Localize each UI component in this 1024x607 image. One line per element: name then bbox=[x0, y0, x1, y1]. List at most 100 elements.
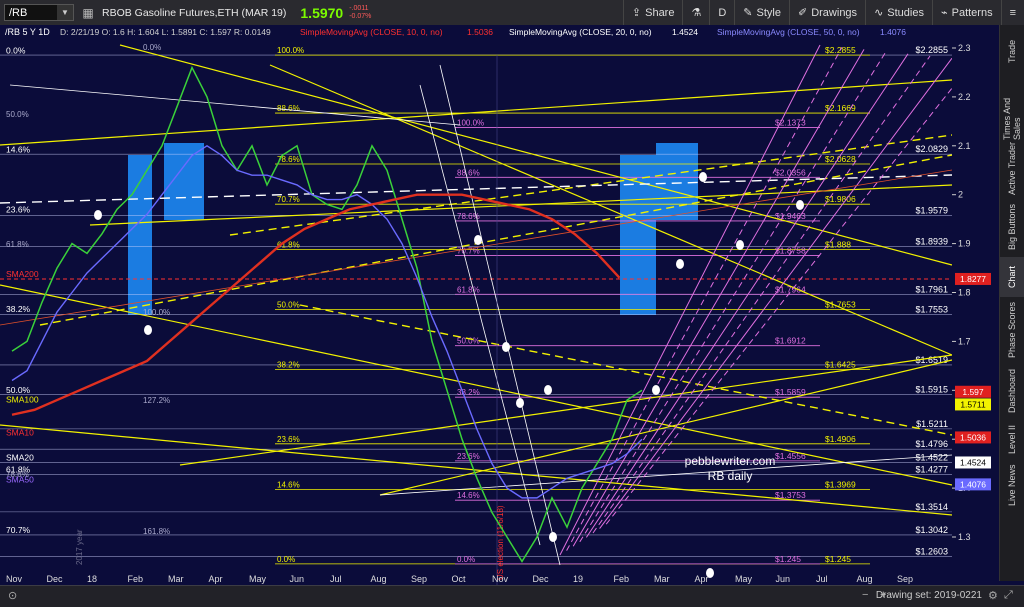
x-axis-label-4: Mar bbox=[168, 574, 184, 584]
extra-1272-label: 127.2% bbox=[143, 396, 170, 405]
price-tag-label-5: 1.4076 bbox=[960, 479, 986, 489]
patterns-button[interactable]: ⌁ Patterns bbox=[931, 0, 1001, 25]
left-label-0: 0.0% bbox=[6, 45, 26, 55]
x-axis-label-10: Sep bbox=[411, 574, 427, 584]
yellow-fib-pct-0: 100.0% bbox=[277, 46, 304, 55]
x-axis-label-20: Jul bbox=[816, 574, 828, 584]
patterns-label: Patterns bbox=[951, 6, 993, 19]
right-tab-dashboard[interactable]: Dashboard bbox=[1000, 363, 1024, 419]
extra-786-label: 78.6% bbox=[6, 470, 29, 479]
x-axis-label-13: Dec bbox=[533, 574, 550, 584]
y-axis-label-5: 1.8 bbox=[958, 288, 971, 298]
extra-1000-label: 100.0% bbox=[143, 308, 170, 317]
grid-icon[interactable]: ▦ bbox=[80, 5, 96, 21]
extra-618-label: 61.8% bbox=[6, 240, 29, 249]
left-label-6: SMA100 bbox=[6, 394, 39, 404]
period-button[interactable]: D bbox=[709, 0, 734, 25]
white-marker-5 bbox=[796, 200, 804, 210]
drawings-button[interactable]: ✐ Drawings bbox=[788, 0, 865, 25]
watermark-rb: RB daily bbox=[708, 469, 753, 483]
sma10-legend-value: 1.5036 bbox=[467, 27, 493, 37]
magnet-icon[interactable]: ⊙ bbox=[8, 589, 17, 602]
change-abs: -.0011 bbox=[349, 4, 369, 12]
x-axis-label-16: Mar bbox=[654, 574, 670, 584]
symbol-input[interactable]: /RB ▼ bbox=[4, 4, 74, 21]
right-tab-live-news[interactable]: Live News bbox=[1000, 459, 1024, 511]
yellow-fib-value-6: $1.6425 bbox=[825, 360, 856, 370]
style-label: Style bbox=[756, 6, 781, 19]
x-axis-label-21: Aug bbox=[857, 574, 873, 584]
right-tab-active-trader[interactable]: Active Trader bbox=[1000, 141, 1024, 196]
y-axis-label-0: 2.3 bbox=[958, 43, 971, 53]
studies-icon: ∿ bbox=[874, 7, 884, 19]
price-tag-label-4: 1.4524 bbox=[960, 457, 986, 467]
sma20-legend: SimpleMovingAvg (CLOSE, 20, 0, no) bbox=[509, 27, 652, 37]
chart-toolbar: /RB ▼ ▦ RBOB Gasoline Futures,ETH (MAR 1… bbox=[0, 0, 1024, 26]
magenta-fib-pct-6: 38.2% bbox=[457, 388, 480, 397]
price-tag-label-1: 1.597 bbox=[962, 387, 984, 397]
settings-icon[interactable]: ⚙ bbox=[988, 589, 998, 602]
menu-button[interactable]: ≡ bbox=[1000, 0, 1024, 25]
white-fib-value-8: $1.5211 bbox=[916, 419, 948, 429]
magenta-fib-value-7: $1.4556 bbox=[775, 451, 806, 461]
expand-icon[interactable]: ⤢ bbox=[1004, 589, 1013, 602]
right-tab-level-ii[interactable]: Level II bbox=[1000, 419, 1024, 459]
instrument-title: RBOB Gasoline Futures,ETH (MAR 19) bbox=[102, 6, 287, 19]
right-tab-chart[interactable]: Chart bbox=[1000, 257, 1024, 297]
x-axis-label-19: Jun bbox=[776, 574, 791, 584]
white-marker-10 bbox=[544, 385, 552, 395]
white-fib-value-1: $2.0829 bbox=[915, 144, 948, 154]
zoom-out-icon[interactable]: − bbox=[862, 589, 868, 601]
flask-button[interactable]: ⚗ bbox=[682, 0, 709, 25]
x-axis-label-5: Apr bbox=[209, 574, 223, 584]
price-chart[interactable]: /RB 5 Y 1D D: 2/21/19 O: 1.6 H: 1.604 L: … bbox=[0, 25, 1000, 585]
share-icon: ⇪ bbox=[631, 7, 642, 19]
share-button[interactable]: ⇪ Share bbox=[622, 0, 683, 25]
y-axis-label-1: 2.2 bbox=[958, 92, 971, 102]
symbol-text: /RB bbox=[9, 6, 28, 19]
left-label-7: SMA10 bbox=[6, 427, 34, 437]
x-axis-label-7: Jun bbox=[290, 574, 305, 584]
symbol-dropdown-icon[interactable]: ▼ bbox=[57, 5, 73, 20]
x-axis-label-17: Apr bbox=[695, 574, 709, 584]
magenta-fib-pct-8: 14.6% bbox=[457, 491, 480, 500]
right-tab-bar: Trade Times And Sales Active Trader Big But… bbox=[999, 25, 1024, 581]
white-fib-value-2: $1.9579 bbox=[915, 205, 948, 215]
x-axis-label-9: Aug bbox=[371, 574, 387, 584]
yellow-fib-value-8: $1.3969 bbox=[825, 480, 856, 490]
style-button[interactable]: ✎ Style bbox=[734, 0, 789, 25]
yellow-fib-value-7: $1.4906 bbox=[825, 434, 856, 444]
white-fib-value-14: $1.2603 bbox=[915, 546, 948, 556]
left-label-3: SMA200 bbox=[6, 269, 39, 279]
studies-button[interactable]: ∿ Studies bbox=[865, 0, 932, 25]
white-marker-11 bbox=[549, 532, 557, 542]
left-label-11: 70.7% bbox=[6, 525, 31, 535]
election-label: US election (11/6/18) bbox=[496, 505, 505, 580]
right-tab-trade[interactable]: Trade bbox=[1000, 25, 1024, 77]
sma20-legend-value: 1.4524 bbox=[672, 27, 698, 37]
white-marker-3 bbox=[676, 259, 684, 269]
white-marker-0 bbox=[94, 210, 102, 220]
extra-50-label: 50.0% bbox=[6, 110, 29, 119]
blue-box-0 bbox=[128, 155, 152, 315]
white-fib-value-11: $1.4277 bbox=[915, 465, 948, 475]
white-fib-value-12: $1.3514 bbox=[915, 502, 948, 512]
drawings-label: Drawings bbox=[811, 6, 858, 19]
x-axis-label-18: May bbox=[735, 574, 753, 584]
x-axis-label-6: May bbox=[249, 574, 267, 584]
right-tab-phase-scores[interactable]: Phase Scores bbox=[1000, 297, 1024, 363]
x-axis-label-14: 19 bbox=[573, 574, 583, 584]
white-fib-value-7: $1.5915 bbox=[915, 384, 948, 394]
y-axis-label-10: 1.3 bbox=[958, 532, 971, 542]
white-marker-2 bbox=[474, 235, 482, 245]
sma50-legend-value: 1.4076 bbox=[880, 27, 906, 37]
yellow-fib-value-9: $1.245 bbox=[825, 554, 851, 564]
magenta-fib-value-9: $1.245 bbox=[775, 554, 801, 564]
blue-box-3 bbox=[656, 143, 698, 220]
right-tab-times-and-sales[interactable]: Times And Sales bbox=[1000, 77, 1024, 140]
white-marker-4 bbox=[736, 240, 744, 250]
right-tab-big-buttons[interactable]: Big Buttons bbox=[1000, 197, 1024, 257]
last-price: 1.5970 bbox=[300, 4, 344, 21]
yellow-fib-pct-1: 88.6% bbox=[277, 104, 300, 113]
x-axis-label-1: Dec bbox=[47, 574, 64, 584]
